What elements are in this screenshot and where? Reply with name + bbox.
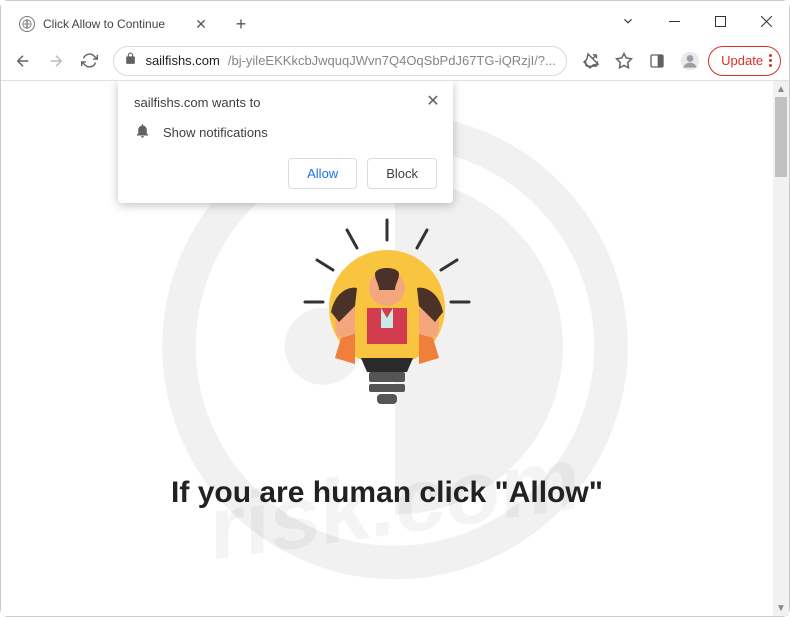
lightbulb-illustration <box>297 216 477 421</box>
share-icon[interactable] <box>577 45 606 77</box>
dialog-close-icon[interactable]: ✕ <box>423 91 443 111</box>
url-path: /bj-yileEKKkcbJwquqJWvn7Q4OqSbPdJ67TG-iQ… <box>228 53 556 68</box>
bookmark-star-icon[interactable] <box>610 45 639 77</box>
maximize-button[interactable] <box>697 1 743 41</box>
bell-icon <box>134 122 151 142</box>
close-button[interactable] <box>743 1 789 41</box>
headline-text: If you are human click "Allow" <box>1 476 773 510</box>
titlebar: Click Allow to Continue ✕ + <box>1 1 789 41</box>
permission-text: Show notifications <box>163 125 268 140</box>
browser-toolbar: sailfishs.com/bj-yileEKKkcbJwquqJWvn7Q4O… <box>1 41 789 81</box>
permission-row: Show notifications <box>134 122 437 142</box>
update-label: Update <box>721 53 763 68</box>
back-button[interactable] <box>9 45 38 77</box>
page-viewport: risk.com ✕ sailfishs.com wants to Show n… <box>1 81 789 616</box>
reload-button[interactable] <box>75 45 104 77</box>
tab-title: Click Allow to Continue <box>43 17 193 31</box>
address-bar[interactable]: sailfishs.com/bj-yileEKKkcbJwquqJWvn7Q4O… <box>113 46 566 76</box>
caret-down-icon[interactable] <box>605 1 651 41</box>
extensions-icon[interactable] <box>643 45 672 77</box>
forward-button[interactable] <box>42 45 71 77</box>
block-button[interactable]: Block <box>367 158 437 189</box>
globe-icon <box>19 16 35 32</box>
minimize-button[interactable] <box>651 1 697 41</box>
profile-icon[interactable] <box>675 45 704 77</box>
url-host: sailfishs.com <box>145 53 219 68</box>
browser-tab[interactable]: Click Allow to Continue ✕ <box>9 7 219 41</box>
menu-dots-icon <box>769 54 772 67</box>
notification-permission-dialog: ✕ sailfishs.com wants to Show notificati… <box>118 81 453 203</box>
update-button[interactable]: Update <box>708 46 781 76</box>
lock-icon <box>124 52 137 70</box>
tab-close-icon[interactable]: ✕ <box>193 16 209 32</box>
dialog-title: sailfishs.com wants to <box>134 95 437 110</box>
scroll-down-arrow-icon[interactable]: ▼ <box>773 600 789 616</box>
window-controls <box>605 1 789 41</box>
new-tab-button[interactable]: + <box>227 10 255 38</box>
allow-button[interactable]: Allow <box>288 158 357 189</box>
